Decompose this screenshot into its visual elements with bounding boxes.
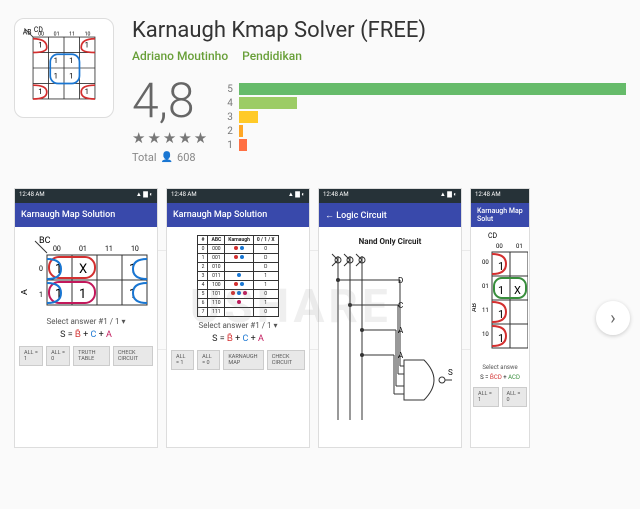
- svg-text:10: 10: [85, 31, 91, 37]
- svg-text:11: 11: [105, 245, 113, 253]
- app-title: Karnaugh Kmap Solver (FREE): [132, 18, 626, 43]
- svg-text:1: 1: [69, 56, 73, 65]
- svg-text:CD: CD: [488, 232, 498, 240]
- svg-text:1: 1: [54, 56, 58, 65]
- svg-text:S: S: [448, 368, 453, 377]
- chevron-right-icon: ›: [610, 308, 615, 329]
- screenshot-2[interactable]: 12:48 AM▲ ▇ ◐ Karnaugh Map Solution #ABC…: [166, 188, 310, 448]
- svg-text:1: 1: [85, 87, 89, 96]
- app-icon: ABCD 00011110 11 11 11 11: [14, 18, 114, 118]
- svg-text:BC: BC: [39, 236, 51, 246]
- svg-text:A: A: [398, 326, 404, 335]
- svg-text:1: 1: [54, 71, 58, 80]
- mini-button[interactable]: ALL = 0: [46, 346, 70, 366]
- svg-text:11: 11: [482, 307, 489, 314]
- mini-button[interactable]: CHECK CIRCUIT: [267, 350, 305, 370]
- svg-text:AB: AB: [23, 28, 32, 36]
- svg-text:1: 1: [79, 287, 86, 302]
- mini-button[interactable]: CHECK CIRCUIT: [113, 346, 153, 366]
- mini-button[interactable]: KARNAUGH MAP: [223, 350, 263, 370]
- screenshot-4[interactable]: 12:48 AM Karnaugh Map Solut AB CD 0001 0…: [470, 188, 530, 448]
- rating-bar-1: 1: [227, 139, 626, 151]
- screenshot-gallery[interactable]: 12:48 AM▲ ▇ ◐ Karnaugh Map Solution A BC…: [14, 188, 626, 448]
- next-button[interactable]: ›: [596, 301, 630, 335]
- mini-button[interactable]: ALL = 0: [197, 350, 220, 370]
- rating-bars: 5 4 3 2 1: [227, 77, 626, 151]
- svg-text:1: 1: [38, 40, 42, 49]
- rating-value: 4,8: [132, 77, 209, 125]
- screenshot-1[interactable]: 12:48 AM▲ ▇ ◐ Karnaugh Map Solution A BC…: [14, 188, 158, 448]
- svg-text:X: X: [79, 262, 87, 277]
- svg-text:1: 1: [498, 284, 504, 297]
- rating-bar-4: 4: [227, 97, 626, 109]
- rating-bar-3: 3: [227, 111, 626, 123]
- svg-text:00: 00: [38, 31, 44, 37]
- rating-stars: ★★★★★: [132, 129, 209, 147]
- svg-text:1: 1: [69, 71, 73, 80]
- screenshot-3[interactable]: 12:48 AM▲ ▇ ◐ ← Logic Circuit Nand Only …: [318, 188, 462, 448]
- svg-text:AB: AB: [472, 303, 478, 312]
- mini-button[interactable]: ALL = 0: [502, 387, 528, 407]
- svg-text:00: 00: [482, 259, 489, 266]
- svg-text:01: 01: [54, 31, 60, 37]
- svg-text:C: C: [398, 301, 403, 310]
- person-icon: 👤: [161, 152, 173, 163]
- svg-text:X: X: [514, 284, 521, 297]
- svg-text:1: 1: [39, 291, 43, 299]
- svg-text:01: 01: [482, 283, 489, 290]
- rating-bar-2: 2: [227, 125, 626, 137]
- svg-text:A: A: [398, 351, 404, 360]
- svg-text:10: 10: [482, 331, 489, 338]
- svg-text:0: 0: [39, 265, 43, 273]
- svg-text:01: 01: [79, 245, 87, 253]
- mini-button[interactable]: ALL = 1: [473, 387, 499, 407]
- mini-button[interactable]: ALL = 1: [19, 346, 43, 366]
- developer-link[interactable]: Adriano Moutinho: [132, 49, 228, 63]
- rating-bar-5: 5: [227, 83, 626, 95]
- svg-text:01: 01: [516, 243, 523, 250]
- svg-text:00: 00: [53, 245, 61, 253]
- category-link[interactable]: Pendidikan: [242, 49, 302, 63]
- svg-text:10: 10: [131, 245, 139, 253]
- mini-button[interactable]: ALL = 1: [171, 350, 194, 370]
- svg-text:A: A: [21, 289, 30, 295]
- mini-button[interactable]: TRUTH TABLE: [73, 346, 110, 366]
- svg-text:1: 1: [85, 40, 89, 49]
- svg-text:11: 11: [69, 31, 75, 37]
- svg-text:00: 00: [496, 243, 503, 250]
- svg-text:1: 1: [38, 87, 42, 96]
- rating-total: Total 👤 608: [132, 151, 209, 164]
